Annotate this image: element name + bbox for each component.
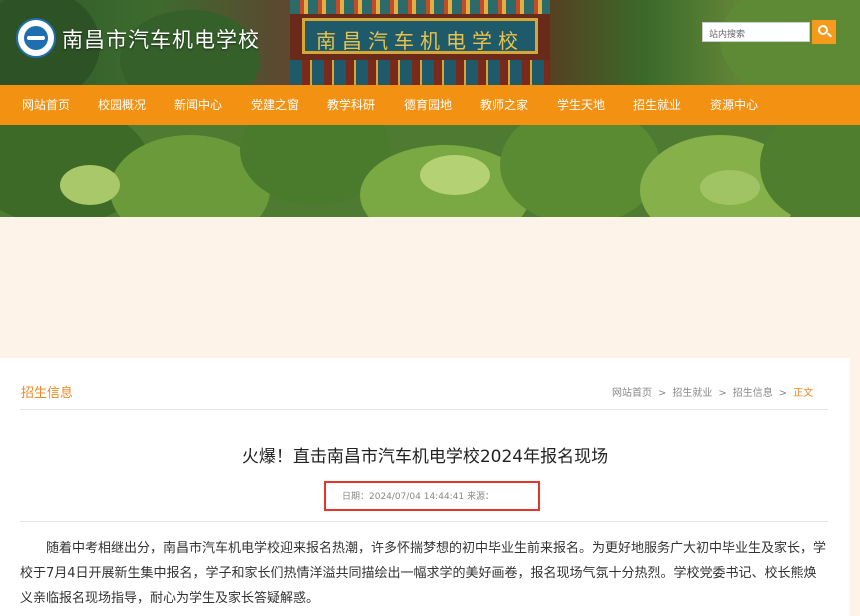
breadcrumb-admissions[interactable]: 招生就业 [672, 384, 712, 399]
logo-wave [27, 36, 45, 40]
nav-item-party[interactable]: 党建之窗 [251, 85, 299, 125]
site-title[interactable]: 南昌市汽车机电学校 [62, 24, 260, 54]
school-plaque: 南昌汽车机电学校 [302, 18, 538, 54]
campus-photo-banner [0, 125, 860, 217]
header-trees-right [720, 0, 860, 85]
nav-item-campus[interactable]: 校园概况 [98, 85, 146, 125]
foliage-highlight [420, 155, 490, 195]
breadcrumb-current: 正文 [793, 388, 814, 399]
search-input[interactable]: 站内搜索 [702, 22, 810, 42]
breadcrumb-separator: > [658, 388, 667, 399]
site-header: 南昌汽车机电学校 南昌市汽车机电学校 站内搜索 [0, 0, 860, 85]
building-roof-pattern [290, 0, 550, 14]
school-logo-icon[interactable] [16, 18, 56, 58]
foliage-highlight [700, 170, 760, 205]
article-body: 随着中考相继出分，南昌市汽车机电学校迎来报名热潮，许多怀揣梦想的初中毕业生前来报… [20, 541, 827, 606]
breadcrumb-separator: > [718, 388, 727, 399]
nav-item-news[interactable]: 新闻中心 [174, 85, 222, 125]
header-building: 南昌汽车机电学校 [290, 0, 550, 85]
section-title: 招生信息 [21, 386, 74, 401]
nav-item-moral[interactable]: 德育园地 [404, 85, 452, 125]
breadcrumb: 网站首页 > 招生就业 > 招生信息 > 正文 [612, 384, 813, 399]
main-nav: 网站首页 校园概况 新闻中心 党建之窗 教学科研 德育园地 教师之家 学生天地 … [0, 85, 860, 125]
breadcrumb-separator: > [778, 388, 788, 399]
nav-item-teaching[interactable]: 教学科研 [327, 85, 375, 125]
nav-item-students[interactable]: 学生天地 [557, 85, 605, 125]
breadcrumb-enrollment[interactable]: 招生信息 [733, 384, 773, 399]
nav-item-admissions[interactable]: 招生就业 [633, 85, 681, 125]
foliage-highlight [60, 165, 120, 205]
article-card: 招生信息 网站首页 > 招生就业 > 招生信息 > 正文 火爆！直击南昌市汽车机电学校202… [0, 358, 850, 616]
building-lower-pattern [290, 60, 550, 85]
section-divider [20, 409, 828, 410]
foliage [500, 125, 660, 217]
article-title: 火爆！直击南昌市汽车机电学校2024年报名现场 [241, 447, 609, 467]
search-icon-handle [827, 32, 832, 38]
plaque-text: 南昌汽车机电学校 [316, 29, 524, 53]
nav-item-teachers[interactable]: 教师之家 [480, 85, 528, 125]
nav-item-resources[interactable]: 资源中心 [710, 85, 758, 125]
meta-highlight-box [324, 481, 540, 511]
breadcrumb-home[interactable]: 网站首页 [612, 384, 652, 399]
article-divider [20, 521, 828, 522]
search-button[interactable] [812, 20, 836, 44]
nav-item-home[interactable]: 网站首页 [22, 85, 70, 125]
